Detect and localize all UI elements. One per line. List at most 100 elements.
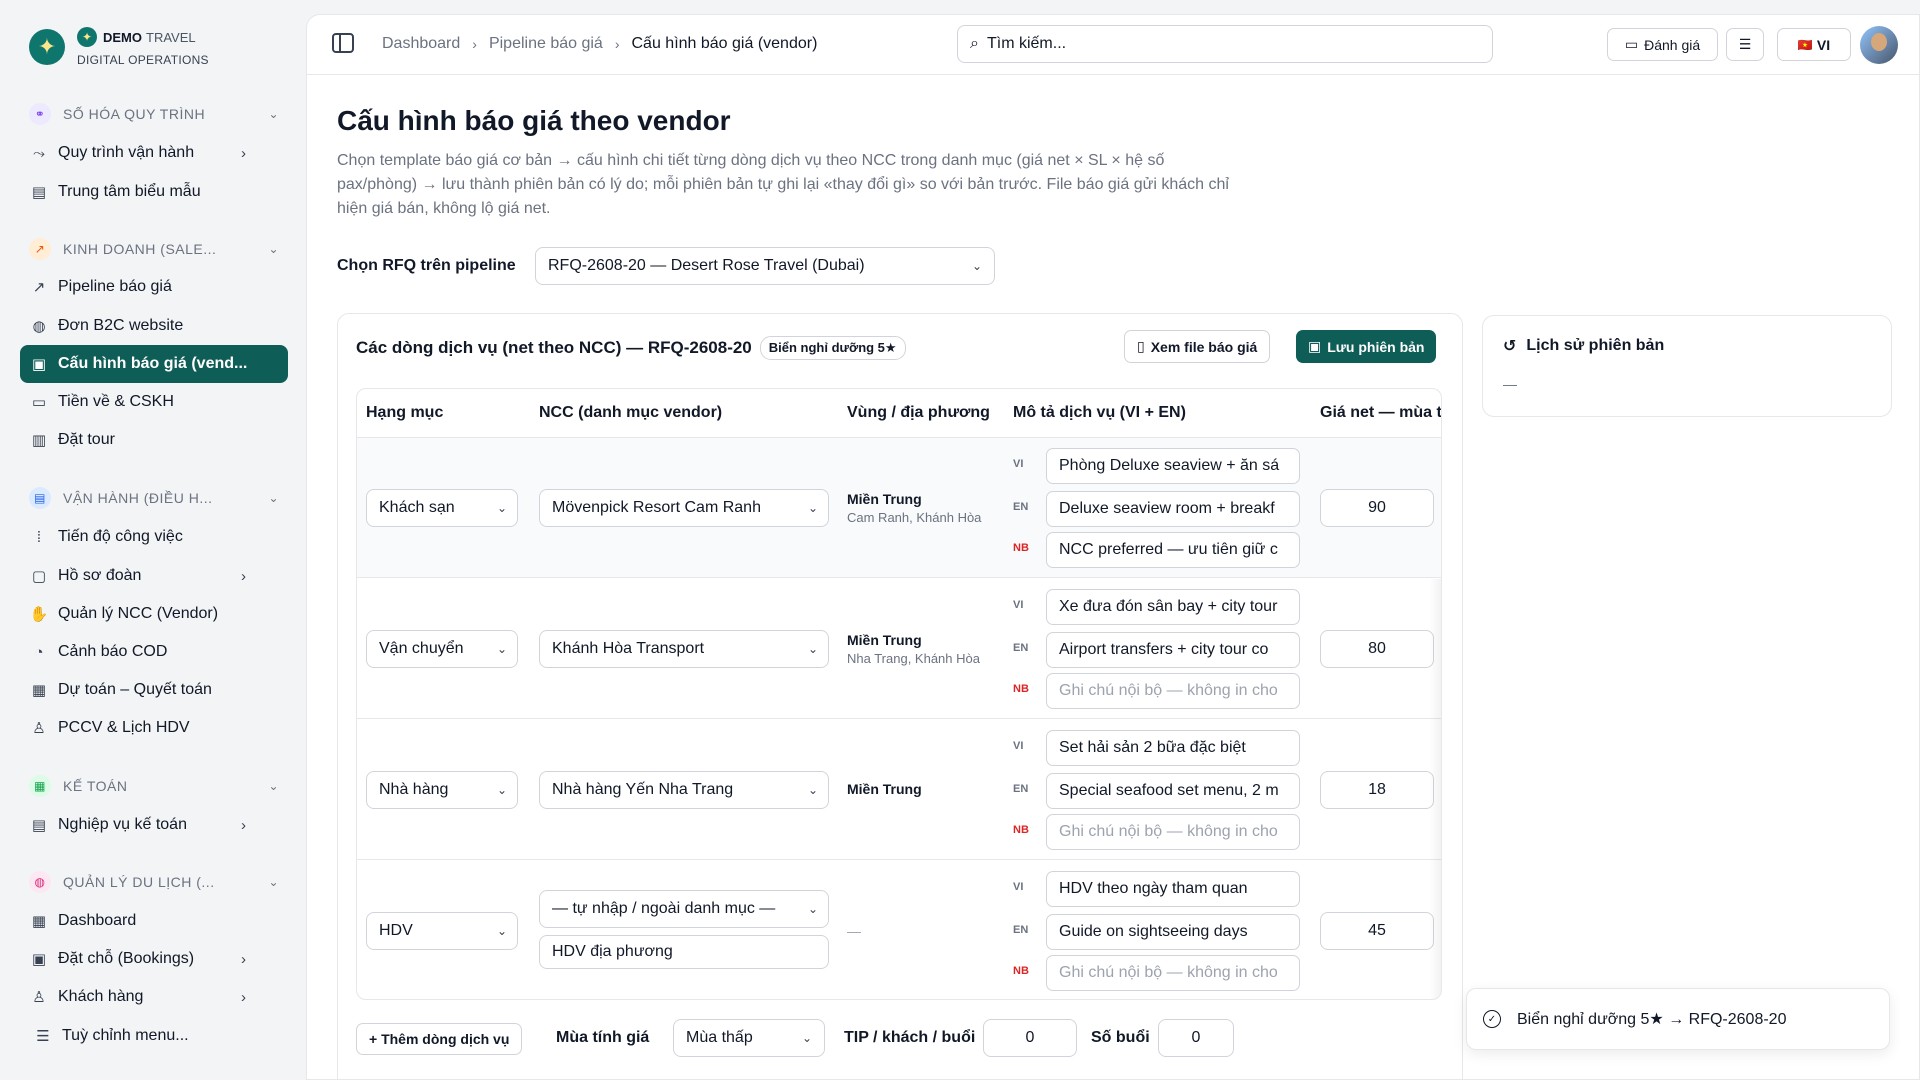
sidebar-item-ncc[interactable]: ✋ Quản lý NCC (Vendor): [20, 595, 288, 633]
service-lines-table: Hạng mục NCC (danh mục vendor) Vùng / đị…: [356, 388, 1442, 1000]
sidebar-item-cod[interactable]: ◔ Cảnh báo COD: [20, 633, 288, 671]
receipt-icon: ▥: [31, 432, 47, 449]
description-vi-input[interactable]: Phòng Deluxe seaview + ăn sá: [1046, 448, 1300, 484]
vendor-select[interactable]: — tự nhập / ngoài danh mục — ⌄: [539, 890, 829, 928]
region-name: Miền Trung: [847, 491, 922, 507]
section-so-hoa[interactable]: ⚭ SỐ HÓA QUY TRÌNH ⌄: [29, 102, 279, 126]
category-select[interactable]: HDV ⌄: [366, 912, 518, 950]
internal-note-input[interactable]: Ghi chú nội bộ — không in cho: [1046, 673, 1300, 709]
sidebar-item-pipeline[interactable]: ↗ Pipeline báo giá: [20, 268, 288, 306]
vendor-custom-input[interactable]: HDV địa phương: [539, 935, 829, 969]
ops-icon: ▤: [29, 487, 51, 509]
tip-label: TIP / khách / buổi: [844, 1029, 976, 1046]
sidebar-item-label: Dự toán – Quyết toán: [58, 681, 212, 698]
description-vi-input[interactable]: Set hải sản 2 bữa đặc biệt: [1046, 730, 1300, 766]
section-ke-toan[interactable]: ▦ KẾ TOÁN ⌄: [29, 774, 279, 798]
chevron-down-icon: ⌄: [268, 875, 279, 889]
section-kinh-doanh[interactable]: ↗ KINH DOANH (SALE... ⌄: [29, 237, 279, 261]
chevron-right-icon: ›: [241, 567, 246, 585]
sidebar-item-tien-ve[interactable]: ▭ Tiền về & CSKH: [20, 383, 288, 421]
internal-note-input[interactable]: Ghi chú nội bộ — không in cho: [1046, 955, 1300, 991]
add-service-line-button[interactable]: + Thêm dòng dịch vụ: [356, 1023, 523, 1055]
customize-menu-button[interactable]: ☰ Tuỳ chỉnh menu...: [24, 1017, 292, 1055]
lang-tag-en: EN: [1013, 501, 1029, 513]
sessions-input[interactable]: 0: [1158, 1019, 1234, 1057]
sessions-label: Số buổi: [1091, 1029, 1150, 1046]
save-version-button[interactable]: ▣ Lưu phiên bản: [1296, 330, 1437, 363]
sidebar-item-label: Đơn B2C website: [58, 317, 184, 334]
sidebar-item-dashboard[interactable]: ▦ Dashboard: [20, 902, 288, 940]
sidebar-item-dat-tour[interactable]: ▥ Đặt tour: [20, 421, 288, 459]
topbar: Dashboard › Pipeline báo giá › Cấu hình …: [307, 15, 1919, 75]
chevron-down-icon: ⌄: [268, 491, 279, 505]
description-vi-input[interactable]: Xe đưa đón sân bay + city tour: [1046, 589, 1300, 625]
sidebar-toggle-icon[interactable]: [332, 33, 354, 53]
description-en-input[interactable]: Guide on sightseeing days: [1046, 914, 1300, 950]
vendor-select[interactable]: Nhà hàng Yến Nha Trang ⌄: [539, 771, 829, 809]
sidebar-item-pccv[interactable]: ♙ PCCV & Lịch HDV: [20, 709, 288, 747]
rfq-select[interactable]: RFQ-2608-20 — Desert Rose Travel (Dubai)…: [535, 247, 995, 285]
money-icon: ▭: [31, 394, 47, 411]
feedback-button[interactable]: ▭ Đánh giá: [1607, 28, 1718, 61]
description-vi-input[interactable]: HDV theo ngày tham quan: [1046, 871, 1300, 907]
internal-note-input[interactable]: NCC preferred — ưu tiên giữ c: [1046, 532, 1300, 568]
region-text: Miền Trung Cam Ranh, Khánh Hòa: [847, 491, 981, 525]
sidebar: ✦ ✦ DEMO TRAVEL DIGITAL OPERATIONS ⚭ SỐ HÓ…: [0, 0, 306, 1080]
sidebar-item-b2c[interactable]: ◍ Đơn B2C website: [20, 307, 288, 345]
description-en-input[interactable]: Deluxe seaview room + breakf: [1046, 491, 1300, 527]
avatar[interactable]: [1860, 26, 1898, 64]
section-label: SỐ HÓA QUY TRÌNH: [63, 106, 206, 122]
sidebar-item-ho-so-doan[interactable]: ▢ Hồ sơ đoàn ›: [20, 557, 288, 595]
lang-tag-nb: NB: [1013, 965, 1029, 977]
net-price-input[interactable]: 45: [1320, 912, 1434, 950]
globe-icon: ◍: [29, 871, 51, 893]
sidebar-item-khach-hang[interactable]: ♙ Khách hàng ›: [20, 978, 288, 1016]
calendar-icon: ▣: [31, 951, 47, 968]
season-select[interactable]: Mùa thấp ⌄: [673, 1019, 825, 1057]
history-icon: ↺: [1503, 338, 1517, 355]
sidebar-item-ke-toan[interactable]: ▤ Nghiệp vụ kế toán ›: [20, 806, 288, 844]
grid-icon: ▦: [31, 913, 47, 930]
search-input[interactable]: ⌕ Tìm kiếm...: [957, 25, 1493, 63]
lang-tag-en: EN: [1013, 783, 1029, 795]
column-header-description: Mô tả dịch vụ (VI + EN): [1013, 404, 1186, 421]
brand-logo-icon: ✦: [29, 29, 65, 65]
category-select[interactable]: Nhà hàng ⌄: [366, 771, 518, 809]
vendor-select[interactable]: Khánh Hòa Transport ⌄: [539, 630, 829, 668]
net-price-input[interactable]: 80: [1320, 630, 1434, 668]
section-van-hanh[interactable]: ▤ VẬN HÀNH (ĐIỀU H... ⌄: [29, 486, 279, 510]
section-du-lich[interactable]: ◍ QUẢN LÝ DU LỊCH (... ⌄: [29, 870, 279, 894]
toast-notification[interactable]: ✓ Biển nghỉ dưỡng 5★ → RFQ-2608-20: [1466, 988, 1890, 1050]
net-price-input[interactable]: 90: [1320, 489, 1434, 527]
lang-tag-nb: NB: [1013, 824, 1029, 836]
internal-note-input[interactable]: Ghi chú nội bộ — không in cho: [1046, 814, 1300, 850]
calculator-icon: ▦: [29, 775, 51, 797]
description-en-input[interactable]: Airport transfers + city tour co: [1046, 632, 1300, 668]
description-en-input[interactable]: Special seafood set menu, 2 m: [1046, 773, 1300, 809]
sidebar-item-cau-hinh-bao-gia[interactable]: ▣ Cấu hình báo giá (vend...: [20, 345, 288, 383]
sidebar-item-bieu-mau[interactable]: ▤ Trung tâm biểu mẫu: [20, 173, 288, 211]
breadcrumb-dashboard[interactable]: Dashboard: [382, 35, 460, 53]
user-icon: ♙: [32, 720, 46, 737]
vendor-select[interactable]: Mövenpick Resort Cam Ranh ⌄: [539, 489, 829, 527]
brand[interactable]: ✦ ✦ DEMO TRAVEL DIGITAL OPERATIONS: [29, 27, 209, 67]
save-version-label: Lưu phiên bản: [1327, 338, 1425, 355]
category-select[interactable]: Vận chuyển ⌄: [366, 630, 518, 668]
breadcrumb-pipeline[interactable]: Pipeline báo giá: [489, 35, 603, 53]
sidebar-item-quy-trinh[interactable]: ⤳ Quy trình vận hành ›: [20, 134, 288, 172]
lang-tag-nb: NB: [1013, 683, 1029, 695]
category-select[interactable]: Khách sạn ⌄: [366, 489, 518, 527]
sidebar-item-bookings[interactable]: ▣ Đặt chỗ (Bookings) ›: [20, 940, 288, 978]
checklist-button[interactable]: ☰: [1726, 28, 1764, 61]
view-quote-file-button[interactable]: ▯ Xem file báo giá: [1124, 330, 1271, 363]
brand-name: DEMO: [103, 29, 142, 45]
sidebar-item-tien-do[interactable]: ⁞ Tiến độ công việc: [20, 518, 288, 556]
language-switcher[interactable]: 🇻🇳 VI: [1777, 28, 1851, 61]
net-price-input[interactable]: 18: [1320, 771, 1434, 809]
ledger-icon: ▤: [31, 817, 47, 834]
sidebar-item-label: Cấu hình báo giá (vend...: [58, 355, 248, 372]
chevron-down-icon: ⌄: [492, 783, 507, 797]
vietnam-flag-icon: 🇻🇳: [1797, 37, 1813, 52]
tip-input[interactable]: 0: [983, 1019, 1077, 1057]
sidebar-item-du-toan[interactable]: ▦ Dự toán – Quyết toán: [20, 671, 288, 709]
